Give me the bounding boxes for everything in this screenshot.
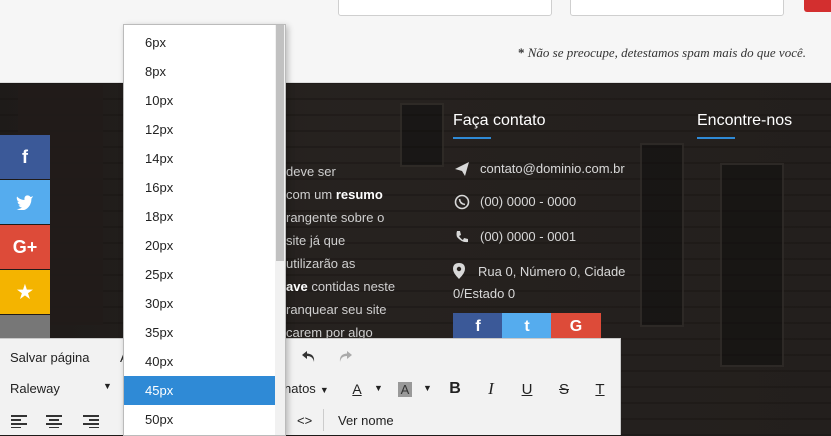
clear-format-button[interactable]: T [589, 378, 611, 400]
chevron-down-icon[interactable]: ▼ [374, 383, 383, 393]
font-size-option[interactable]: 35px [124, 318, 275, 347]
phone-icon [453, 228, 470, 245]
font-size-option[interactable]: 10px [124, 86, 275, 115]
contact-heading: Faça contato [453, 112, 546, 129]
google-plus-icon: G+ [12, 236, 38, 257]
save-page-button[interactable]: Salvar página [10, 350, 90, 365]
twitter-icon: t [524, 318, 530, 335]
font-size-option[interactable]: 20px [124, 231, 275, 260]
facebook-icon: f [475, 318, 481, 335]
star-icon: ★ [16, 281, 34, 302]
contact-whatsapp-text: (00) 0000 - 0000 [480, 194, 577, 209]
font-size-option[interactable]: 16px [124, 173, 275, 202]
footer-google-plus-button[interactable]: G [551, 313, 601, 341]
heading-underline [453, 137, 491, 139]
about-text-line: deve ser [286, 164, 336, 179]
toolbar-divider [323, 409, 324, 431]
scrollbar-thumb[interactable] [276, 25, 284, 261]
find-us-heading: Encontre-nos [697, 112, 793, 129]
font-size-option[interactable]: 45px [124, 376, 275, 405]
background-color-button[interactable]: A [394, 378, 416, 400]
about-text-line: com um resumo [286, 187, 383, 202]
font-size-dropdown[interactable]: 6px 8px 10px 12px 14px 16px 18px 20px 25px 30px 35… [123, 24, 286, 436]
font-size-option[interactable]: 25px [124, 260, 275, 289]
font-size-option[interactable]: 8px [124, 57, 275, 86]
map-marker-icon [453, 263, 470, 284]
contact-email-text: contato@dominio.com.br [480, 161, 625, 176]
font-size-option[interactable]: 40px [124, 347, 275, 376]
font-size-option[interactable]: 12px [124, 115, 275, 144]
share-facebook-button[interactable]: f [0, 135, 50, 179]
share-favorite-button[interactable]: ★ [0, 270, 50, 314]
heading-underline [697, 137, 735, 139]
share-twitter-button[interactable] [0, 180, 50, 224]
contact-whatsapp: (00) 0000 - 0000 [453, 193, 576, 210]
about-text-line: ranquear seu site [286, 302, 387, 317]
font-size-option[interactable]: 50px [124, 405, 275, 434]
chevron-down-icon[interactable]: ▼ [423, 383, 432, 393]
formats-select[interactable]: natos ▼ [284, 381, 329, 396]
align-right-icon[interactable] [80, 410, 102, 432]
font-family-select[interactable]: Raleway [10, 381, 60, 396]
strikethrough-button[interactable]: S [553, 378, 575, 400]
about-text-line: utilizarão as [286, 256, 356, 271]
about-text: deve ser com um resumo rangente sobre o sit… [286, 160, 436, 344]
newsletter-submit-button[interactable] [804, 0, 831, 12]
align-left-icon[interactable] [8, 410, 30, 432]
newsletter-email-input[interactable] [570, 0, 784, 16]
contact-phone-text: (00) 0000 - 0001 [480, 229, 577, 244]
facebook-icon: f [22, 146, 28, 167]
redo-icon[interactable] [334, 346, 356, 368]
contact-email: contato@dominio.com.br [453, 160, 625, 177]
undo-icon[interactable] [298, 346, 320, 368]
background-window [400, 103, 444, 167]
newsletter-name-input[interactable] [338, 0, 552, 16]
bold-button[interactable]: B [444, 378, 466, 400]
about-text-line: site já que [286, 233, 346, 248]
align-center-icon[interactable] [43, 410, 65, 432]
footer-facebook-button[interactable]: f [453, 313, 503, 341]
chevron-down-icon[interactable]: ▼ [103, 381, 112, 391]
background-window [720, 163, 784, 367]
share-more-button[interactable] [0, 315, 50, 339]
about-text-line: ave contidas neste [286, 279, 396, 294]
dropdown-scrollbar[interactable] [275, 25, 285, 435]
view-name-button[interactable]: Ver nome [338, 413, 394, 428]
spam-note: * Não se preocupe, detestamos spam mais … [518, 45, 806, 60]
twitter-icon [16, 195, 33, 210]
footer-twitter-button[interactable]: t [502, 313, 552, 341]
text-color-button[interactable]: A [346, 378, 368, 400]
font-size-option[interactable]: 30px [124, 289, 275, 318]
editor-toolbar: Salvar página A Raleway ▼ natos▼ A ▼ A ▼… [0, 338, 621, 435]
font-size-option[interactable]: 6px [124, 28, 275, 57]
whatsapp-icon [453, 193, 470, 210]
font-size-option[interactable]: 18px [124, 202, 275, 231]
code-view-button[interactable]: <> [297, 413, 312, 428]
font-size-option[interactable]: 14px [124, 144, 275, 173]
about-text-line: rangente sobre o [286, 210, 385, 225]
paper-plane-icon [453, 160, 470, 177]
italic-button[interactable]: I [480, 378, 502, 400]
google-plus-icon: G [569, 318, 583, 335]
share-google-plus-button[interactable]: G+ [0, 225, 50, 269]
contact-address: Rua 0, Número 0, Cidade 0/Estado 0 [453, 263, 626, 301]
underline-button[interactable]: U [516, 378, 538, 400]
font-size-options: 6px 8px 10px 12px 14px 16px 18px 20px 25px 30px 35… [124, 28, 275, 434]
contact-phone: (00) 0000 - 0001 [453, 228, 576, 245]
